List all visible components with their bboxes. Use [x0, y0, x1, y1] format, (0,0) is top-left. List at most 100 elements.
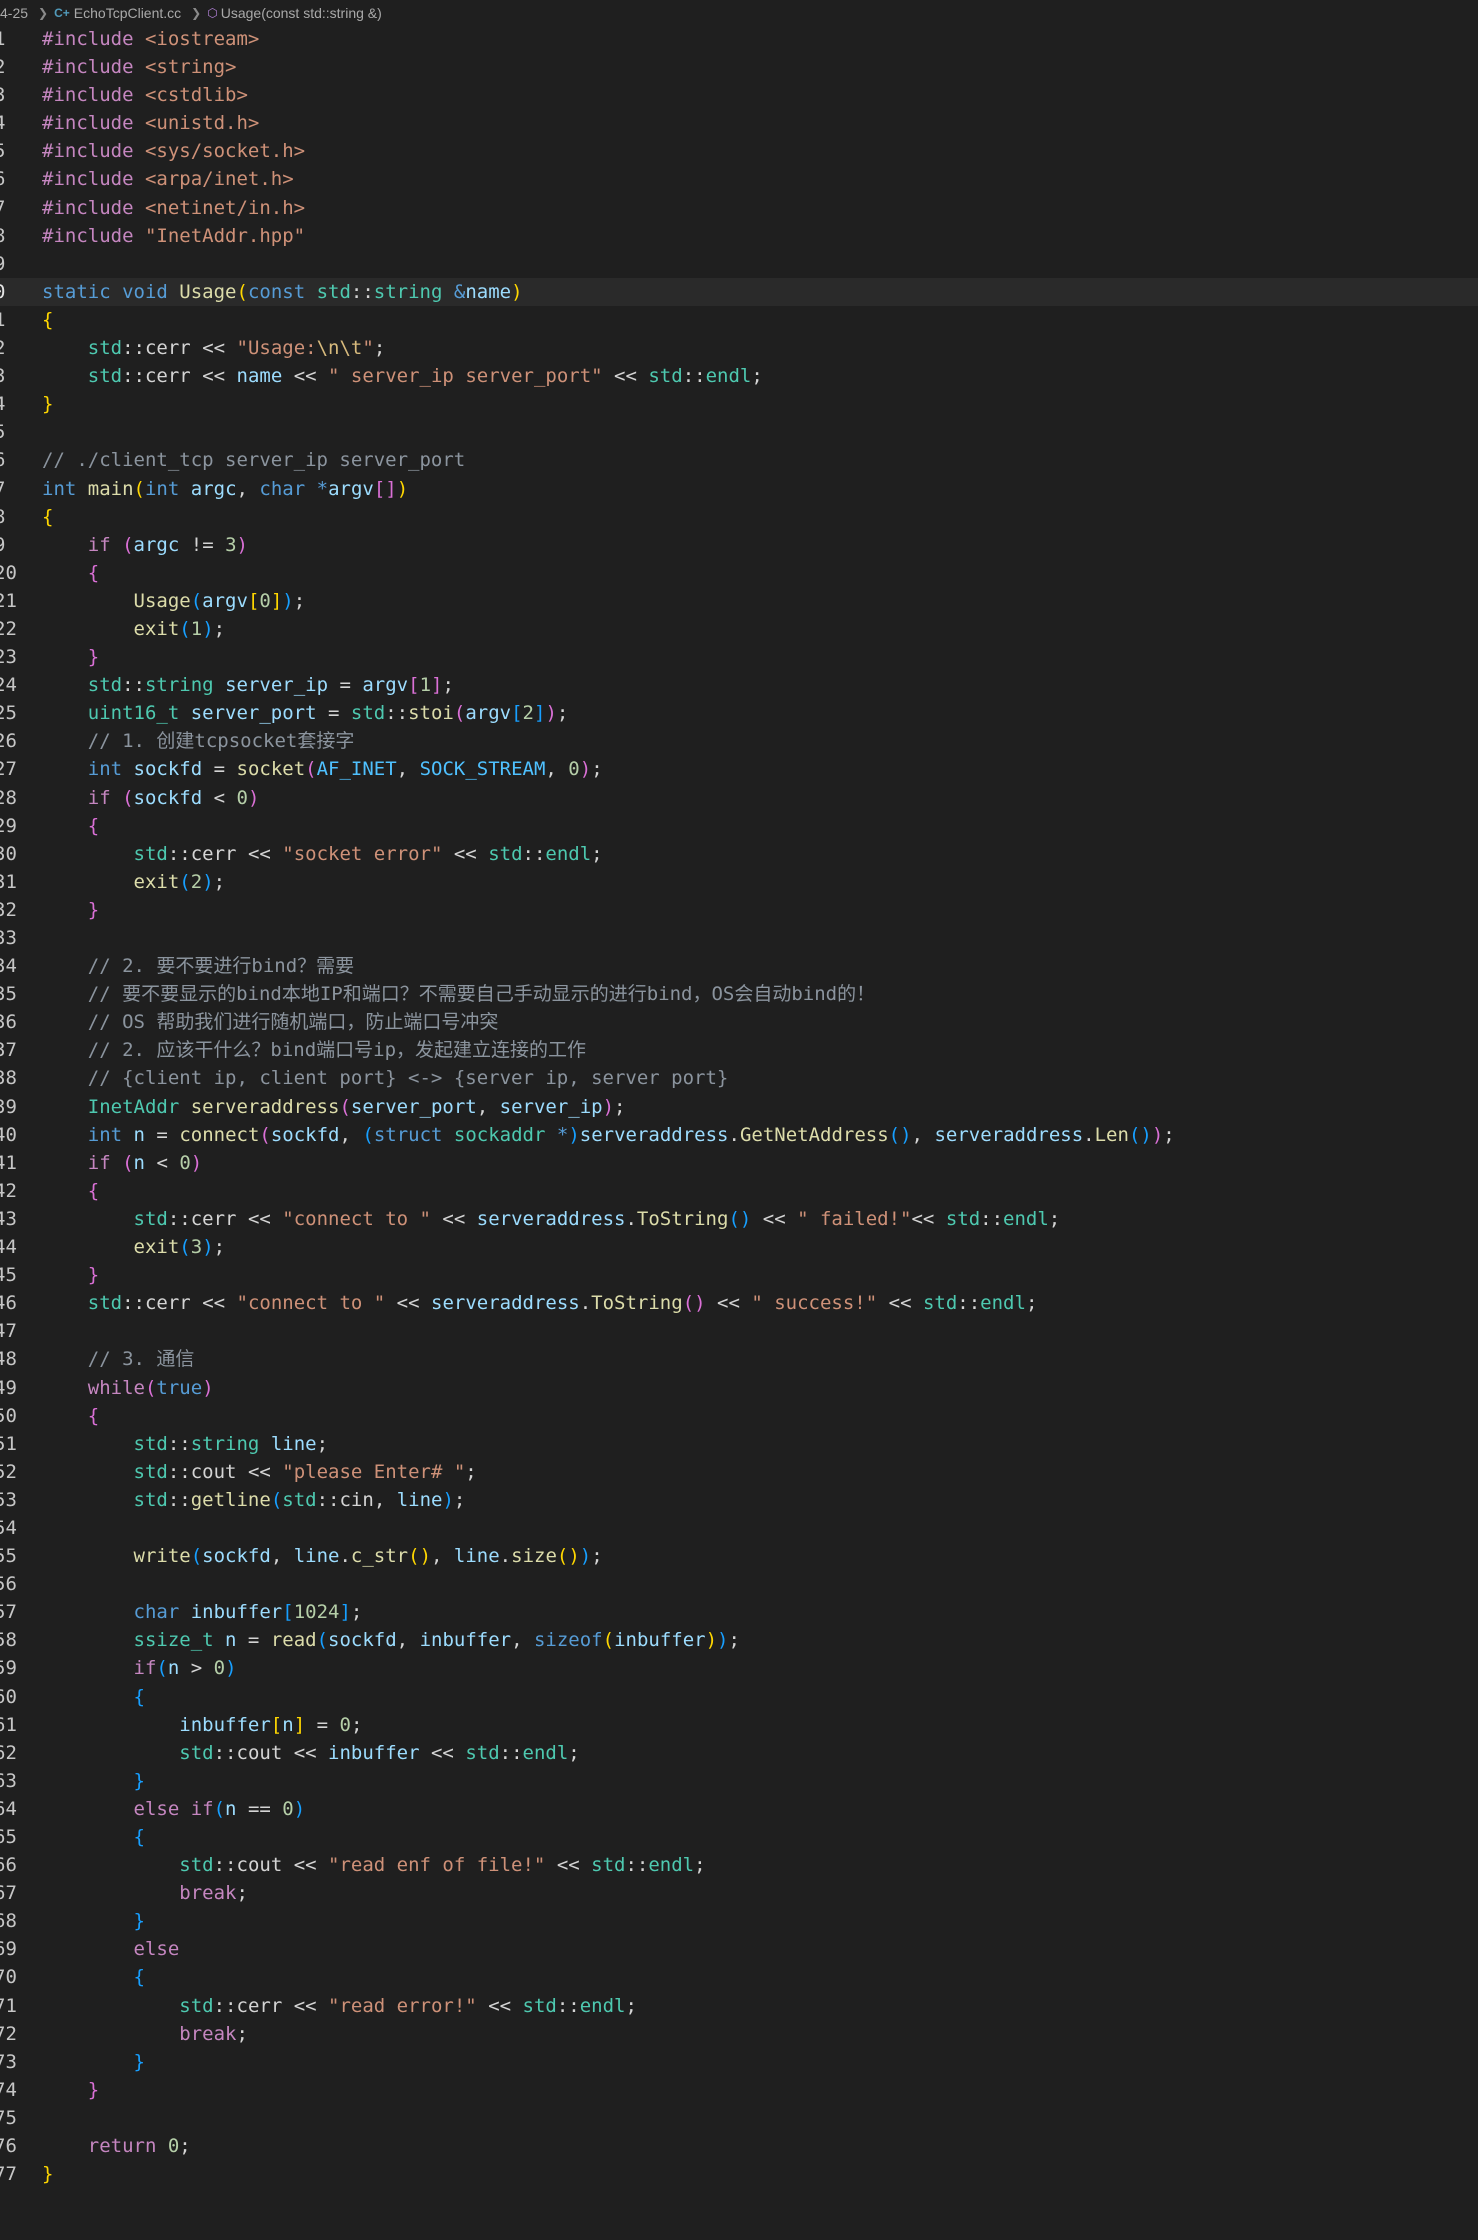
code-line[interactable]: 6 // ./client_tcp server_ip server_port [0, 446, 1478, 474]
code-line[interactable]: 8{ [0, 503, 1478, 531]
code-line[interactable]: 73 } [0, 2048, 1478, 2076]
code-token: ( [156, 1657, 168, 1680]
code-line[interactable]: 76 return 0; [0, 2132, 1478, 2160]
code-line[interactable]: 70 { [0, 1963, 1478, 1991]
code-line[interactable]: 72 break; [0, 2020, 1478, 2048]
code-token: // 2. 要不要进行bind？需要 [87, 955, 355, 978]
code-line[interactable]: 5 #include <sys/socket.h> [0, 137, 1478, 165]
code-line[interactable]: 67 break; [0, 1879, 1478, 1907]
code-line[interactable]: 29 { [0, 812, 1478, 840]
code-line[interactable]: 47 [0, 1317, 1478, 1345]
breadcrumb-file[interactable]: EchoTcpClient.cc [74, 5, 181, 21]
code-line[interactable]: 28 if (sockfd < 0) [0, 784, 1478, 812]
breadcrumb-folder[interactable]: 4-25 [0, 5, 28, 21]
code-line[interactable]: 34 // 2. 要不要进行bind？需要 [0, 952, 1478, 980]
code-line[interactable]: 41 if (n < 0) [0, 1149, 1478, 1177]
code-line[interactable]: 59 if(n > 0) [0, 1654, 1478, 1682]
code-line[interactable]: 5 [0, 418, 1478, 446]
code-line[interactable]: 71 std::cerr << "read error!" << std::en… [0, 1992, 1478, 2020]
code-line[interactable]: 75 [0, 2104, 1478, 2132]
code-line[interactable]: 7 #include <netinet/in.h> [0, 194, 1478, 222]
code-line[interactable]: 0 static void Usage(const std::string &na… [0, 277, 1478, 306]
code-text: #include <unistd.h> [42, 109, 259, 137]
code-line[interactable]: 42 { [0, 1177, 1478, 1205]
code-line[interactable]: 48 // 3. 通信 [0, 1345, 1478, 1373]
code-line[interactable]: 26 // 1. 创建tcpsocket套接字 [0, 727, 1478, 755]
code-line[interactable]: 25 uint16_t server_port = std::stoi(argv… [0, 699, 1478, 727]
code-line[interactable]: 32 } [0, 896, 1478, 924]
code-line[interactable]: 61 inbuffer[n] = 0; [0, 1711, 1478, 1739]
code-line[interactable]: 20 { [0, 559, 1478, 587]
code-line[interactable]: 69 else [0, 1935, 1478, 1963]
code-line[interactable]: 65 { [0, 1823, 1478, 1851]
code-line[interactable]: 39 InetAddr serveraddress(server_port, s… [0, 1093, 1478, 1121]
code-line[interactable]: 51 std::string line; [0, 1430, 1478, 1458]
code-text: std::cerr << "connect to " << serveraddr… [42, 1205, 1061, 1233]
code-line[interactable]: 38 // {client ip, client port} <-> {serv… [0, 1064, 1478, 1092]
code-line[interactable]: 64 else if(n == 0) [0, 1795, 1478, 1823]
code-line[interactable]: 3 #include <cstdlib> [0, 81, 1478, 109]
code-line[interactable]: 31 exit(2); [0, 868, 1478, 896]
code-line[interactable]: 6 #include <arpa/inet.h> [0, 165, 1478, 193]
code-line[interactable]: 24 std::string server_ip = argv[1]; [0, 671, 1478, 699]
code-line[interactable]: 74 } [0, 2076, 1478, 2104]
line-number: 39 [0, 1095, 17, 1118]
code-line[interactable]: 57 char inbuffer[1024]; [0, 1598, 1478, 1626]
code-token: "connect to " [236, 1292, 397, 1315]
code-line[interactable]: 4 #include <unistd.h> [0, 109, 1478, 137]
code-token: Usage [179, 280, 237, 303]
code-lines[interactable]: 1#include <iostream>2#include <string>3#… [0, 25, 1478, 2188]
code-editor[interactable]: 4-25 ❯ C+ EchoTcpClient.cc ❯ ⬡ Usage(con… [0, 0, 1478, 2240]
code-line[interactable]: 55 write(sockfd, line.c_str(), line.size… [0, 1542, 1478, 1570]
code-line[interactable]: 1{ [0, 306, 1478, 334]
code-line[interactable]: 2 #include <string> [0, 53, 1478, 81]
code-line[interactable]: 56 [0, 1570, 1478, 1598]
code-line[interactable]: 62 std::cout << inbuffer << std::endl; [0, 1739, 1478, 1767]
code-line[interactable]: 60 { [0, 1683, 1478, 1711]
code-line[interactable]: 36 // OS 帮助我们进行随机端口，防止端口号冲突 [0, 1008, 1478, 1036]
code-line[interactable]: 21 Usage(argv[0]); [0, 587, 1478, 615]
code-token: . [579, 1292, 592, 1315]
code-line[interactable]: 46 std::cerr << "connect to " << servera… [0, 1289, 1478, 1317]
code-line[interactable]: 9 if (argc != 3) [0, 531, 1478, 559]
code-line[interactable]: 44 exit(3); [0, 1233, 1478, 1261]
code-line[interactable]: 77} [0, 2160, 1478, 2188]
code-line[interactable]: 54 [0, 1514, 1478, 1542]
code-line[interactable]: 49 while(true) [0, 1374, 1478, 1402]
code-token: std [465, 1741, 500, 1764]
code-line[interactable]: 30 std::cerr << "socket error" << std::e… [0, 840, 1478, 868]
code-line[interactable]: 2 std::cerr << "Usage:\n\t"; [0, 334, 1478, 362]
code-line[interactable]: 35 // 要不要显示的bind本地IP和端口？不需要自己手动显示的进行bind… [0, 980, 1478, 1008]
code-line[interactable]: 50 { [0, 1402, 1478, 1430]
code-line[interactable]: 27 int sockfd = socket(AF_INET, SOCK_STR… [0, 755, 1478, 783]
line-number: 5 [0, 137, 14, 165]
code-line[interactable]: 4} [0, 390, 1478, 418]
code-line[interactable]: 45 } [0, 1261, 1478, 1289]
code-line[interactable]: 7int main(int argc, char *argv[]) [0, 475, 1478, 503]
code-token: ssize_t [133, 1629, 226, 1652]
code-line[interactable]: 23 } [0, 643, 1478, 671]
code-line[interactable]: 63 } [0, 1767, 1478, 1795]
code-line[interactable]: 37 // 2. 应该干什么？bind端口号ip，发起建立连接的工作 [0, 1036, 1478, 1064]
code-line[interactable]: 40 int n = connect(sockfd, (struct socka… [0, 1121, 1478, 1149]
code-line[interactable]: 58 ssize_t n = read(sockfd, inbuffer, si… [0, 1626, 1478, 1654]
code-line[interactable]: 22 exit(1); [0, 615, 1478, 643]
code-line[interactable]: 53 std::getline(std::cin, line); [0, 1486, 1478, 1514]
line-number: 45 [0, 1264, 17, 1287]
code-text: } [42, 2076, 99, 2104]
code-line[interactable]: 3 std::cerr << name << " server_ip serve… [0, 362, 1478, 390]
line-number: 6 [0, 165, 14, 193]
code-line[interactable]: 9 [0, 250, 1478, 278]
code-line[interactable]: 43 std::cerr << "connect to " << servera… [0, 1205, 1478, 1233]
code-line[interactable]: 66 std::cout << "read enf of file!" << s… [0, 1851, 1478, 1879]
code-line[interactable]: 8 #include "InetAddr.hpp" [0, 222, 1478, 250]
code-line[interactable]: 68 } [0, 1907, 1478, 1935]
code-line[interactable]: 52 std::cout << "please Enter# "; [0, 1458, 1478, 1486]
code-line[interactable]: 33 [0, 924, 1478, 952]
breadcrumb-symbol[interactable]: Usage(const std::string &) [221, 5, 382, 21]
code-line[interactable]: 1 #include <iostream> [0, 25, 1478, 53]
